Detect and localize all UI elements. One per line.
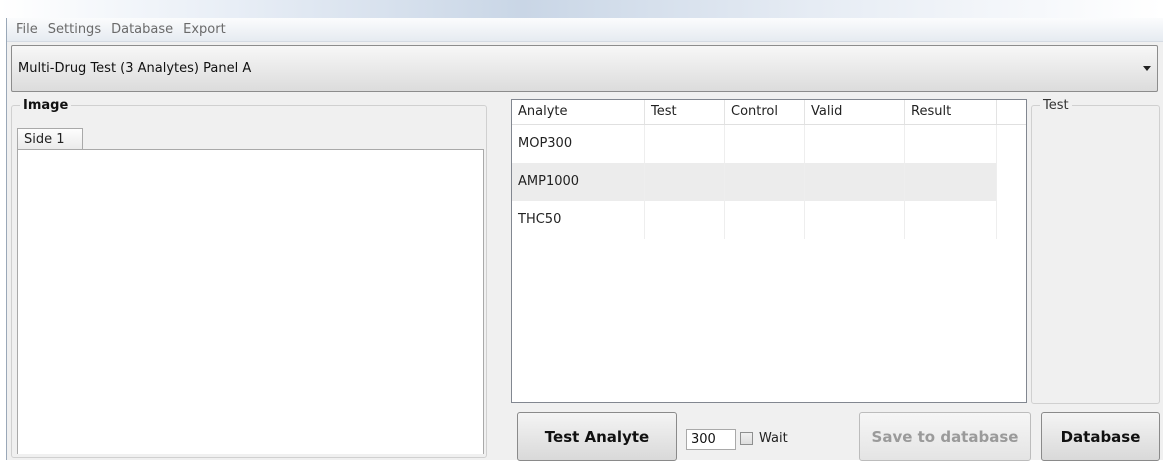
menu-file[interactable]: File [11,22,43,37]
image-group-title: Image [23,98,69,113]
side-1-panel [17,149,484,229]
column-header-valid[interactable]: Valid [805,100,905,124]
cell-control [725,201,805,239]
cell-result [905,125,997,163]
column-header-analyte[interactable]: Analyte [512,100,645,124]
cell-valid [805,125,905,163]
wait-label: Wait [759,431,788,446]
column-header-result[interactable]: Result [905,100,997,124]
menu-export[interactable]: Export [178,22,231,37]
table-row[interactable]: AMP1000 [512,163,997,201]
cell-test [645,163,725,201]
column-header-control[interactable]: Control [725,100,805,124]
table-row[interactable]: MOP300 [512,125,997,163]
menu-database[interactable]: Database [106,22,178,37]
tab-side-1[interactable]: Side 1 [17,128,83,150]
panel-select-value: Multi-Drug Test (3 Analytes) Panel A [18,61,252,76]
cell-test [645,201,725,239]
table-row[interactable]: THC50 [512,201,997,239]
cell-valid [805,163,905,201]
image-display-area [17,229,484,454]
panel-select[interactable]: Multi-Drug Test (3 Analytes) Panel A [11,45,1158,92]
menu-bar: File Settings Database Export [7,18,1163,42]
top-strip [0,0,1163,18]
wait-checkbox[interactable] [740,432,753,445]
save-to-database-button[interactable]: Save to database [859,412,1031,461]
wait-time-input[interactable] [686,429,736,450]
tab-side-1-label: Side 1 [24,132,65,147]
cell-control [725,125,805,163]
test-analyte-button[interactable]: Test Analyte [517,412,677,461]
test-group-title: Test [1043,98,1069,113]
chevron-down-icon [1143,66,1151,71]
column-header-test[interactable]: Test [645,100,725,124]
cell-result [905,163,997,201]
menu-settings[interactable]: Settings [43,22,106,37]
cell-valid [805,201,905,239]
test-group: Test [1031,98,1160,404]
cell-analyte: AMP1000 [512,163,645,201]
table-header: Analyte Test Control Valid Result [512,100,1026,125]
cell-analyte: THC50 [512,201,645,239]
cell-control [725,163,805,201]
app-window: File Settings Database Export Multi-Drug… [6,18,1163,461]
database-button[interactable]: Database [1041,412,1160,461]
cell-result [905,201,997,239]
cell-test [645,125,725,163]
analyte-table: Analyte Test Control Valid Result MOP300… [511,99,1027,403]
cell-analyte: MOP300 [512,125,645,163]
